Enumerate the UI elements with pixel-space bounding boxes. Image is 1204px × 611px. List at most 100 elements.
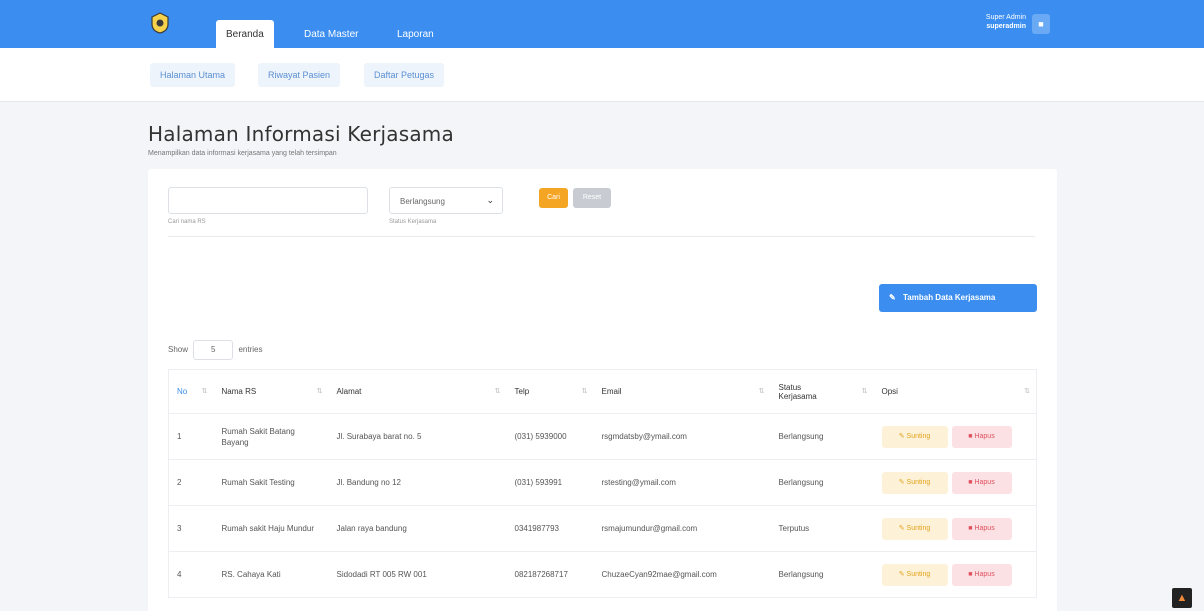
col-alamat[interactable]: Alamat ⇅ [328,369,507,414]
edit-button[interactable]: ✎ Sunting [881,471,948,494]
cell-telp: 082187268717 [506,551,594,598]
edit-button[interactable]: ✎ Sunting [881,517,948,540]
cell-alamat: Sidodadi RT 005 RW 001 [328,551,507,598]
edit-button[interactable]: ✎ Sunting [881,425,948,448]
col-email[interactable]: Email ⇅ [593,369,771,414]
table-row: 4 RS. Cahaya Kati Sidodadi RT 005 RW 001… [168,551,1037,598]
pencil-icon: ✎ [898,524,907,532]
user-info[interactable]: Super Admin superadmin [986,13,1026,31]
cell-status: Berlangsung [770,459,874,506]
user-menu-button[interactable]: ■ [1032,14,1050,34]
col-nama[interactable]: Nama RS ⇅ [213,369,329,414]
delete-button[interactable]: ■ Hapus [951,425,1012,448]
sort-icon: ⇅ [758,388,765,395]
cell-status: Berlangsung [770,551,874,598]
chevron-down-icon: ⌄ [486,195,494,205]
subtab-halaman-utama[interactable]: Halaman Utama [150,63,236,87]
app-corner-icon[interactable]: ▲ [1172,588,1192,608]
col-telp[interactable]: Telp ⇅ [506,369,594,414]
cell-nama: Rumah sakit Haju Mundur [213,505,329,552]
search-input[interactable] [168,187,368,214]
cell-alamat: Jalan raya bandung [328,505,507,552]
pencil-icon: ✎ [898,478,907,486]
user-icon: ■ [1038,19,1044,29]
content-card: Cari nama RS Berlangsung ⌄ Status Kerjas… [148,169,1057,611]
edit-label: Sunting [906,478,931,486]
col-no[interactable]: No ⇅ [168,369,214,414]
sort-icon: ⇅ [861,388,868,395]
delete-button[interactable]: ■ Hapus [951,563,1012,586]
top-navbar: Beranda Data Master Laporan Super Admin … [0,0,1204,48]
col-alamat-label: Alamat [336,387,362,396]
subtab-riwayat-pasien[interactable]: Riwayat Pasien [258,63,341,87]
cell-opsi: ✎ Sunting ■ Hapus [873,551,1037,598]
delete-button[interactable]: ■ Hapus [951,517,1012,540]
logo-icon[interactable] [150,12,170,34]
cell-no: 2 [168,459,214,506]
cell-opsi: ✎ Sunting ■ Hapus [873,413,1037,460]
cell-nama: RS. Cahaya Kati [213,551,329,598]
cell-opsi: ✎ Sunting ■ Hapus [873,459,1037,506]
table-row: 1 Rumah Sakit Batang Bayang Jl. Surabaya… [168,413,1037,460]
add-kerjasama-button[interactable]: ✎ Tambah Data Kerjasama [879,284,1037,312]
cell-email: rstesting@ymail.com [593,459,771,506]
delete-label: Hapus [974,524,995,532]
col-opsi-label: Opsi [881,387,898,396]
cell-telp: (031) 5939000 [506,413,594,460]
table-row: 2 Rumah Sakit Testing Jl. Bandung no 12 … [168,459,1037,506]
col-opsi[interactable]: Opsi ⇅ [873,369,1037,414]
plus-icon: ✎ [889,293,896,302]
cell-no: 3 [168,505,214,552]
sort-icon: ⇅ [494,388,501,395]
cari-button[interactable]: Cari [539,188,568,208]
table-header-row: No ⇅ Nama RS ⇅ Alamat ⇅ Telp ⇅ Email ⇅ Status… [168,369,1037,414]
cell-email: ChuzaeCyan92mae@gmail.com [593,551,771,598]
cell-no: 1 [168,413,214,460]
page-subtitle: Menampilkan data informasi kerjasama yan… [148,150,337,157]
edit-label: Sunting [906,432,931,440]
show-prefix: Show [168,345,189,355]
delete-button[interactable]: ■ Hapus [951,471,1012,494]
page-title: Halaman Informasi Kerjasama [148,122,454,146]
subtab-daftar-petugas[interactable]: Daftar Petugas [364,63,445,87]
status-select[interactable]: Berlangsung ⌄ [389,187,503,214]
kerjasama-table: No ⇅ Nama RS ⇅ Alamat ⇅ Telp ⇅ Email ⇅ Status… [168,369,1037,598]
delete-label: Hapus [974,570,995,578]
sort-icon: ⇅ [581,388,588,395]
cell-status: Terputus [770,505,874,552]
cell-status: Berlangsung [770,413,874,460]
delete-label: Hapus [974,432,995,440]
entries-select[interactable]: 5 [193,340,234,360]
sort-icon: ⇅ [1024,388,1030,395]
cell-email: rsgmdatsby@ymail.com [593,413,771,460]
col-email-label: Email [601,387,622,396]
cell-opsi: ✎ Sunting ■ Hapus [873,505,1037,552]
cell-nama: Rumah Sakit Batang Bayang [213,413,329,460]
sort-icon: ⇅ [316,388,323,395]
table-row: 3 Rumah sakit Haju Mundur Jalan raya ban… [168,505,1037,552]
cell-email: rsmajumundur@gmail.com [593,505,771,552]
tab-data-master[interactable]: Data Master [294,20,368,48]
sort-icon: ⇅ [201,388,208,395]
user-name: superadmin [986,23,1026,30]
show-suffix: entries [238,345,263,355]
reset-button[interactable]: Reset [573,188,611,208]
delete-label: Hapus [974,478,995,486]
edit-button[interactable]: ✎ Sunting [881,563,948,586]
col-no-label: No [177,387,188,396]
sub-navbar: Halaman Utama Riwayat Pasien Daftar Petu… [0,48,1204,102]
cell-alamat: Jl. Bandung no 12 [328,459,507,506]
cell-nama: Rumah Sakit Testing [213,459,329,506]
tab-laporan[interactable]: Laporan [387,20,444,48]
col-telp-label: Telp [514,387,530,396]
status-hint: Status Kerjasama [389,219,437,225]
cell-telp: 0341987793 [506,505,594,552]
col-status-label: Status Kerjasama [778,382,817,401]
pencil-icon: ✎ [898,570,907,578]
col-status[interactable]: Status Kerjasama ⇅ [770,369,874,414]
cell-alamat: Jl. Surabaya barat no. 5 [328,413,507,460]
show-entries: Show 5 entries [168,340,263,360]
edit-label: Sunting [906,570,931,578]
cell-no: 4 [168,551,214,598]
tab-beranda[interactable]: Beranda [216,20,274,48]
